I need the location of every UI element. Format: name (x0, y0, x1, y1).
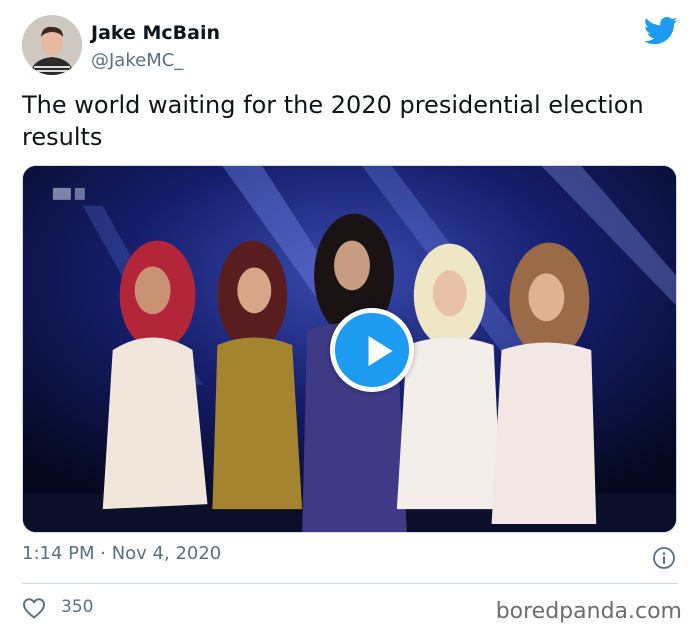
tweet-text: The world waiting for the 2020 president… (22, 91, 644, 151)
tweet-timestamp[interactable]: 1:14 PM · Nov 4, 2020 (22, 543, 221, 564)
like-count: 350 (61, 597, 94, 617)
watermark: boredpanda.com (495, 599, 682, 624)
tweet-video[interactable] (22, 165, 677, 533)
play-icon (368, 336, 393, 366)
play-button[interactable] (330, 308, 414, 392)
heart-icon[interactable] (22, 597, 46, 619)
info-icon[interactable] (652, 546, 676, 570)
avatar[interactable] (22, 15, 82, 75)
twitter-bird-icon[interactable] (644, 16, 678, 46)
author-name[interactable]: Jake McBain (91, 22, 220, 44)
author-handle[interactable]: @JakeMC_ (91, 50, 183, 71)
divider (22, 583, 678, 584)
